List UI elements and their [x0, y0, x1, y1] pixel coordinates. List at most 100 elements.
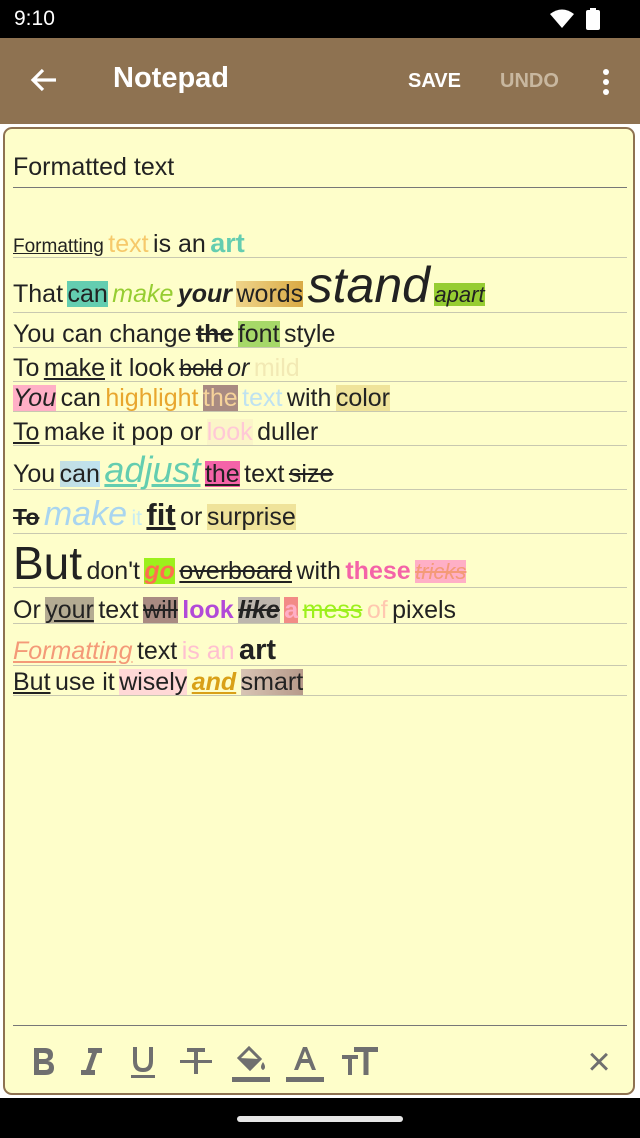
text-run: make it pop or	[43, 418, 203, 446]
text-run: Or	[13, 596, 41, 624]
strikethrough-icon	[180, 1048, 212, 1074]
fill-color-icon	[232, 1045, 270, 1082]
text-run: it look	[109, 354, 175, 382]
text-run: with	[296, 557, 341, 585]
text-run: pixels	[392, 596, 457, 624]
text-line: You can highlight the text with color	[13, 384, 627, 413]
strikethrough-button[interactable]	[176, 1044, 216, 1084]
text-run: the	[202, 384, 238, 412]
text-run: font	[237, 320, 280, 348]
text-line: To make it fit or surprise	[13, 495, 627, 534]
text-run: overboard	[179, 557, 292, 585]
text-run: That	[13, 280, 64, 308]
text-line: To make it look bold or mild	[13, 354, 627, 383]
note-title-field[interactable]: Formatted text	[13, 153, 627, 188]
text-run: look	[182, 596, 234, 624]
highlight-color-button[interactable]	[231, 1044, 271, 1084]
text-run: make	[43, 354, 105, 382]
close-toolbar-button[interactable]: ×	[579, 1042, 619, 1082]
text-run: with	[286, 384, 332, 412]
app-bar: Notepad SAVE UNDO	[0, 38, 640, 124]
text-run: text	[244, 460, 285, 488]
text-run: apart	[434, 282, 485, 307]
text-run: don't	[86, 557, 140, 585]
text-run: a	[284, 596, 299, 624]
text-run: make	[43, 495, 127, 533]
text-run: is an	[153, 230, 206, 258]
text-run: the	[195, 320, 234, 348]
format-toolbar: ×	[13, 1025, 627, 1092]
home-handle[interactable]	[237, 1116, 403, 1122]
text-run: is an	[181, 637, 235, 665]
status-icons	[550, 8, 600, 30]
text-line: That can make your words stand apart	[13, 259, 627, 313]
app-title: Notepad	[113, 62, 229, 94]
text-run: text	[242, 384, 283, 412]
text-run: will	[143, 596, 178, 624]
text-run: text	[108, 230, 149, 258]
text-run: smart	[240, 668, 304, 696]
text-run: your	[177, 280, 233, 308]
text-run: it	[131, 507, 142, 530]
bold-icon	[34, 1048, 54, 1075]
bold-button[interactable]	[23, 1044, 63, 1084]
wifi-icon	[550, 9, 574, 28]
text-run: text	[136, 637, 178, 665]
text-run: or	[227, 354, 250, 382]
note-card: Formatted text Formatting text is an art…	[3, 127, 635, 1095]
battery-icon	[586, 8, 600, 30]
text-run: Formatting	[13, 637, 133, 665]
status-time: 9:10	[14, 7, 55, 30]
text-run: the	[204, 460, 240, 488]
text-run: these	[345, 557, 411, 585]
text-line: But don't go overboard with these tricks	[13, 537, 627, 589]
text-run: surprise	[206, 503, 296, 531]
text-run: can	[60, 384, 101, 412]
save-button[interactable]: SAVE	[408, 70, 461, 93]
text-line: You can adjust the text size	[13, 451, 627, 490]
text-run: art	[210, 228, 245, 258]
text-run: make	[112, 280, 174, 308]
text-run: stand	[307, 257, 430, 313]
text-run: duller	[257, 418, 319, 446]
text-run: To	[13, 418, 40, 446]
more-options-icon[interactable]	[596, 66, 616, 98]
text-run: can	[59, 460, 100, 488]
back-arrow-icon[interactable]	[28, 64, 60, 96]
text-size-icon	[342, 1047, 378, 1075]
italic-icon	[81, 1048, 102, 1075]
italic-button[interactable]	[71, 1044, 111, 1084]
text-color-button[interactable]	[285, 1044, 325, 1084]
undo-button[interactable]: UNDO	[500, 70, 559, 93]
text-run: Formatting	[13, 236, 104, 257]
text-run: color	[335, 384, 390, 412]
underline-button[interactable]	[123, 1044, 163, 1084]
text-line: You can change the font style	[13, 320, 627, 349]
text-run: look	[206, 418, 253, 446]
text-run: bold	[179, 355, 223, 381]
close-icon: ×	[587, 1040, 611, 1084]
text-run: or	[180, 503, 203, 531]
text-line: Or your text will look like a mess of pi…	[13, 596, 627, 625]
underline-icon	[131, 1047, 155, 1078]
text-run: To	[13, 354, 40, 382]
text-run: size	[288, 460, 334, 488]
text-run: mess	[302, 596, 363, 624]
text-run: To	[13, 504, 40, 530]
text-line: To make it pop or look duller	[13, 418, 627, 447]
text-line: But use it wisely and smart	[13, 668, 627, 697]
status-bar: 9:10	[0, 0, 640, 38]
text-size-button[interactable]	[340, 1044, 380, 1084]
text-run: use it	[54, 668, 115, 696]
text-run: mild	[253, 354, 300, 382]
text-run: But	[13, 537, 83, 589]
text-run: wisely	[119, 668, 188, 696]
text-run: art	[238, 634, 277, 666]
text-run: fit	[146, 497, 176, 532]
text-line: Formatting text is an art	[13, 228, 627, 259]
text-run: your	[45, 596, 94, 624]
text-run: You can change	[13, 320, 192, 348]
text-run: adjust	[104, 449, 201, 490]
text-run: tricks	[415, 559, 467, 584]
navigation-bar	[0, 1098, 640, 1138]
